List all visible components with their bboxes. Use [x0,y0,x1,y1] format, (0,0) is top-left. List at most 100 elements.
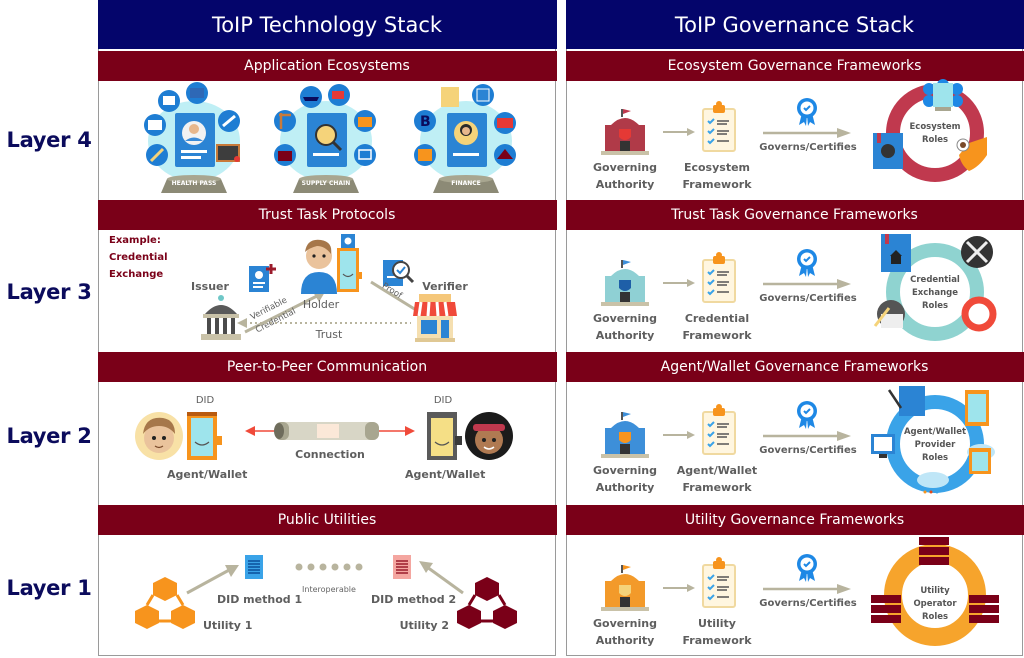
utility-1-label: Utility 1 [203,619,253,632]
issuer-label: Issuer [191,280,229,293]
ecosystem-governance-row: Governing Authority Ecosystem Framework … [567,79,1022,199]
governing-authority-label-2: Authority [595,178,655,191]
governing-authority-building-icon [601,260,649,306]
governing-authority-label-2: Authority [595,634,655,647]
roles-label-line: Exchange [911,288,958,298]
utility-2-label: Utility 2 [399,619,449,632]
agent-wallet-right-label: Agent/Wallet [405,468,486,481]
trust-task-protocols-cell: Example: Credential Exchange Issuer Veri… [99,230,555,351]
connection-pipe-icon [245,422,415,440]
framework-clipboard-icon [702,101,736,152]
did-method-2-icon [393,555,411,579]
roles-label-line: Roles [921,135,949,145]
application-ecosystems-cell: HEALTH PASS SUPPLY CHAIN B FINANCE [99,81,555,199]
health-pass-ecosystem: HEALTH PASS [139,82,249,195]
roles-label-line: Roles [921,453,949,463]
governing-authority-label-1: Governing [593,312,657,325]
roles-label-line: Operator [913,599,957,609]
governing-authority-label-2: Authority [595,481,655,494]
governs-certifies-arrow [763,584,851,594]
governance-stack-panel: ToIP Governance Stack Ecosystem Governan… [565,0,1024,656]
holder-with-wallet-icon [301,234,362,294]
roles-label: Ecosystem Roles [895,121,975,147]
did-right-label: DID [433,395,453,406]
supply-chain-ecosystem: SUPPLY CHAIN [271,83,381,195]
svg-text:B: B [420,114,431,130]
band-public-utilities: Public Utilities [97,505,557,535]
governing-authority-label-1: Governing [593,617,657,630]
connection-label: Connection [295,448,365,461]
governs-certifies-label: Governs/Certifies [759,598,857,609]
trust-label: Trust [315,328,343,341]
technology-stack-panel: ToIP Technology Stack Application Ecosys… [97,0,557,656]
agent-wallet-governance-row: Governing Authority Agent/Wallet Framewo… [567,382,1022,503]
band-agent-wallet-governance-frameworks: Agent/Wallet Governance Frameworks [565,352,1024,382]
roles-label-line: Roles [921,612,949,622]
authority-to-framework-arrow [663,128,695,136]
interoperable-dots [295,563,363,571]
band-trust-task-governance-frameworks: Trust Task Governance Frameworks [565,200,1024,230]
did-method-1-icon [245,555,263,579]
example-label-3: Exchange [109,269,164,280]
agent-wallet-left-label: Agent/Wallet [167,468,248,481]
authority-to-framework-arrow [663,279,695,287]
governing-authority-building-icon [601,109,649,155]
layer-2-label: Layer 2 [6,424,92,448]
authority-to-framework-arrow [663,431,695,439]
did-method-1-label: DID method 1 [217,593,303,606]
roles-label-line: Credential [910,275,960,285]
roles-label: Agent/Wallet Provider Roles [895,426,975,465]
holder-label: Holder [302,298,340,311]
governs-certifies-label: Governs/Certifies [759,293,857,304]
authority-to-framework-arrow [663,584,695,592]
governing-authority-label-2: Authority [595,329,655,342]
example-label-1: Example: [109,235,161,246]
governing-authority-label-1: Governing [593,161,657,174]
band-trust-task-protocols: Trust Task Protocols [97,200,557,230]
certification-badge-icon [797,98,817,126]
band-peer-to-peer-communication: Peer-to-Peer Communication [97,352,557,382]
framework-label-2: Framework [682,481,752,494]
layer-1-label: Layer 1 [6,576,92,600]
roles-label-line: Roles [921,301,949,311]
framework-clipboard-icon [702,252,736,303]
roles-label-line: Ecosystem [909,122,961,132]
verifier-store-icon [413,294,457,342]
roles-label: Credential Exchange Roles [895,274,975,313]
supply-chain-label: SUPPLY CHAIN [301,180,351,187]
certification-badge-icon [797,401,817,429]
framework-label-1: Credential [684,312,750,325]
framework-label-1: Utility [698,617,736,630]
interoperable-label: Interoperable [302,585,356,594]
peer-to-peer-cell: DID Agent/Wallet Connection DID Agent/Wa… [99,382,555,503]
roles-label-line: Agent/Wallet [903,427,967,437]
framework-label-2: Framework [682,329,752,342]
layer-3-label: Layer 3 [6,280,92,304]
governing-authority-building-icon [601,565,649,611]
governing-authority-building-icon [601,412,649,458]
layer-4-label: Layer 4 [6,128,92,152]
governs-certifies-arrow [763,128,851,138]
agent-wallet-right-icon [427,412,513,460]
governs-certifies-arrow [763,431,851,441]
certification-badge-icon [797,249,817,277]
example-label-2: Credential [109,252,168,263]
agent-wallet-left-icon [135,412,222,460]
governance-stack-title: ToIP Governance Stack [565,0,1024,49]
framework-label-1: Agent/Wallet [676,464,758,477]
framework-label-1: Ecosystem [683,161,751,174]
roles-label: Utility Operator Roles [895,585,975,624]
utility-2-blockchain-icon [457,577,517,629]
band-utility-governance-frameworks: Utility Governance Frameworks [565,505,1024,535]
certification-badge-icon [797,554,817,582]
public-utilities-cell: DID method 1 Utility 1 Interoperable DID… [99,535,555,656]
governs-certifies-label: Governs/Certifies [759,445,857,456]
finance-ecosystem: B FINANCE [411,83,521,195]
did-left-label: DID [195,395,215,406]
roles-label-line: Provider [914,440,956,450]
governs-certifies-label: Governs/Certifies [759,142,857,153]
governs-certifies-arrow [763,279,851,289]
finance-label: FINANCE [451,180,481,187]
roles-label-line: Utility [920,586,950,596]
framework-label-2: Framework [682,178,752,191]
